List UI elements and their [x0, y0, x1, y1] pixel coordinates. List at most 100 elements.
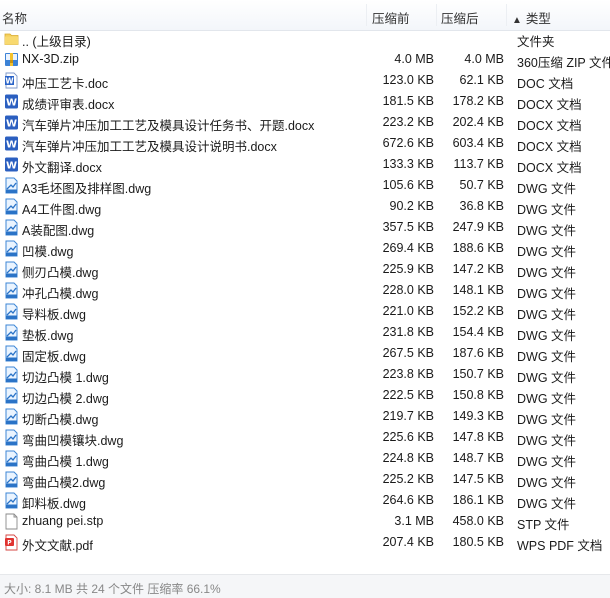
compressed-size: 152.2 KB	[452, 304, 504, 318]
dwg-icon	[4, 492, 19, 509]
file-row[interactable]: P 外文文献.pdf 207.4 KB 180.5 KB WPS PDF 文档	[0, 532, 610, 553]
file-type: DOCX 文档	[517, 140, 582, 154]
file-row[interactable]: 弯曲凸模2.dwg 225.2 KB 147.5 KB DWG 文件	[0, 469, 610, 490]
file-row[interactable]: W 外文翻译.docx 133.3 KB 113.7 KB DOCX 文档	[0, 154, 610, 175]
svg-text:P: P	[7, 540, 12, 547]
file-row[interactable]: 切边凸模 2.dwg 222.5 KB 150.8 KB DWG 文件	[0, 385, 610, 406]
original-size: 225.9 KB	[382, 262, 434, 276]
file-row[interactable]: W 冲压工艺卡.doc 123.0 KB 62.1 KB DOC 文档	[0, 70, 610, 91]
dwg-icon	[4, 177, 19, 194]
docx-icon: W	[4, 114, 19, 131]
file-type: DWG 文件	[517, 392, 577, 406]
file-row[interactable]: 切断凸模.dwg 219.7 KB 149.3 KB DWG 文件	[0, 406, 610, 427]
original-size: 224.8 KB	[382, 451, 434, 465]
status-bar: 大小: 8.1 MB 共 24 个文件 压缩率 66.1%	[0, 574, 610, 598]
file-type: DWG 文件	[517, 224, 577, 238]
file-name: 切断凸模.dwg	[22, 413, 99, 427]
compressed-size: 202.4 KB	[452, 115, 504, 129]
original-size: 223.8 KB	[382, 367, 434, 381]
file-name: 汽车弹片冲压加工工艺及模具设计任务书、开题.docx	[22, 119, 315, 133]
file-type: DWG 文件	[517, 245, 577, 259]
compressed-size: 36.8 KB	[459, 199, 504, 213]
file-type: DOCX 文档	[517, 98, 582, 112]
original-size: 181.5 KB	[382, 94, 434, 108]
file-row[interactable]: 卸料板.dwg 264.6 KB 186.1 KB DWG 文件	[0, 490, 610, 511]
file-name: NX-3D.zip	[22, 52, 79, 66]
docx-icon: W	[4, 156, 19, 173]
file-type: DWG 文件	[517, 329, 577, 343]
file-row[interactable]: .. (上级目录) 文件夹	[0, 28, 610, 49]
file-type: DWG 文件	[517, 266, 577, 280]
file-type: 360压缩 ZIP 文件	[517, 56, 610, 70]
file-row[interactable]: W 汽车弹片冲压加工工艺及模具设计任务书、开题.docx 223.2 KB 202.4…	[0, 112, 610, 133]
dwg-icon	[4, 282, 19, 299]
folder-icon	[4, 30, 19, 47]
file-type: DOC 文档	[517, 77, 574, 91]
compressed-size: 148.1 KB	[452, 283, 504, 297]
file-name: 侧刃凸模.dwg	[22, 266, 99, 280]
dwg-icon	[4, 261, 19, 278]
file-name: 成绩评审表.docx	[22, 98, 115, 112]
compressed-size: 458.0 KB	[452, 514, 504, 528]
column-divider[interactable]	[366, 4, 367, 26]
original-size: 4.0 MB	[394, 52, 434, 66]
file-row[interactable]: 导料板.dwg 221.0 KB 152.2 KB DWG 文件	[0, 301, 610, 322]
file-type: DWG 文件	[517, 371, 577, 385]
compressed-size: 148.7 KB	[452, 451, 504, 465]
column-name-header[interactable]: 名称	[2, 8, 27, 27]
dwg-icon	[4, 198, 19, 215]
pdf-icon: P	[4, 534, 19, 551]
file-row[interactable]: 侧刃凸模.dwg 225.9 KB 147.2 KB DWG 文件	[0, 259, 610, 280]
file-row[interactable]: 弯曲凸模 1.dwg 224.8 KB 148.7 KB DWG 文件	[0, 448, 610, 469]
file-row[interactable]: NX-3D.zip 4.0 MB 4.0 MB 360压缩 ZIP 文件	[0, 49, 610, 70]
file-type: DWG 文件	[517, 287, 577, 301]
column-divider[interactable]	[436, 4, 437, 26]
column-divider[interactable]	[506, 4, 507, 26]
original-size: 133.3 KB	[382, 157, 434, 171]
file-row[interactable]: W 汽车弹片冲压加工工艺及模具设计说明书.docx 672.6 KB 603.4 KB…	[0, 133, 610, 154]
dwg-icon	[4, 366, 19, 383]
file-name: 卸料板.dwg	[22, 497, 86, 511]
file-row[interactable]: 凹模.dwg 269.4 KB 188.6 KB DWG 文件	[0, 238, 610, 259]
docx-icon: W	[4, 135, 19, 152]
zip-icon	[4, 51, 19, 68]
original-size: 231.8 KB	[382, 325, 434, 339]
file-row[interactable]: 弯曲凹模镶块.dwg 225.6 KB 147.8 KB DWG 文件	[0, 427, 610, 448]
original-size: 105.6 KB	[382, 178, 434, 192]
original-size: 225.2 KB	[382, 472, 434, 486]
svg-text:W: W	[6, 119, 17, 130]
file-row[interactable]: 固定板.dwg 267.5 KB 187.6 KB DWG 文件	[0, 343, 610, 364]
file-type: DWG 文件	[517, 413, 577, 427]
file-type: DWG 文件	[517, 497, 577, 511]
file-row[interactable]: W 成绩评审表.docx 181.5 KB 178.2 KB DOCX 文档	[0, 91, 610, 112]
dwg-icon	[4, 408, 19, 425]
file-type: DOCX 文档	[517, 119, 582, 133]
file-name: 凹模.dwg	[22, 245, 74, 259]
file-row[interactable]: 冲孔凸模.dwg 228.0 KB 148.1 KB DWG 文件	[0, 280, 610, 301]
file-row[interactable]: 切边凸模 1.dwg 223.8 KB 150.7 KB DWG 文件	[0, 364, 610, 385]
compressed-size: 147.8 KB	[452, 430, 504, 444]
doc-icon: W	[4, 72, 19, 89]
original-size: 222.5 KB	[382, 388, 434, 402]
file-row[interactable]: 垫板.dwg 231.8 KB 154.4 KB DWG 文件	[0, 322, 610, 343]
column-header: 名称 压缩前 压缩后 ▲ 类型	[0, 0, 610, 31]
column-type-header[interactable]: ▲ 类型	[512, 8, 551, 27]
file-name: A4工件图.dwg	[22, 203, 102, 217]
svg-text:W: W	[6, 161, 17, 172]
file-row[interactable]: A装配图.dwg 357.5 KB 247.9 KB DWG 文件	[0, 217, 610, 238]
column-compressed-size-header[interactable]: 压缩后	[441, 8, 479, 27]
file-row[interactable]: zhuang pei.stp 3.1 MB 458.0 KB STP 文件	[0, 511, 610, 532]
svg-text:W: W	[6, 140, 17, 151]
column-original-size-header[interactable]: 压缩前	[372, 8, 410, 27]
file-name: 冲孔凸模.dwg	[22, 287, 99, 301]
dwg-icon	[4, 387, 19, 404]
compressed-size: 180.5 KB	[452, 535, 504, 549]
file-row[interactable]: A3毛坯图及排样图.dwg 105.6 KB 50.7 KB DWG 文件	[0, 175, 610, 196]
compressed-size: 154.4 KB	[452, 325, 504, 339]
original-size: 228.0 KB	[382, 283, 434, 297]
file-row[interactable]: A4工件图.dwg 90.2 KB 36.8 KB DWG 文件	[0, 196, 610, 217]
original-size: 123.0 KB	[382, 73, 434, 87]
dwg-icon	[4, 324, 19, 341]
file-name: 弯曲凸模2.dwg	[22, 476, 106, 490]
compressed-size: 113.7 KB	[453, 157, 504, 171]
